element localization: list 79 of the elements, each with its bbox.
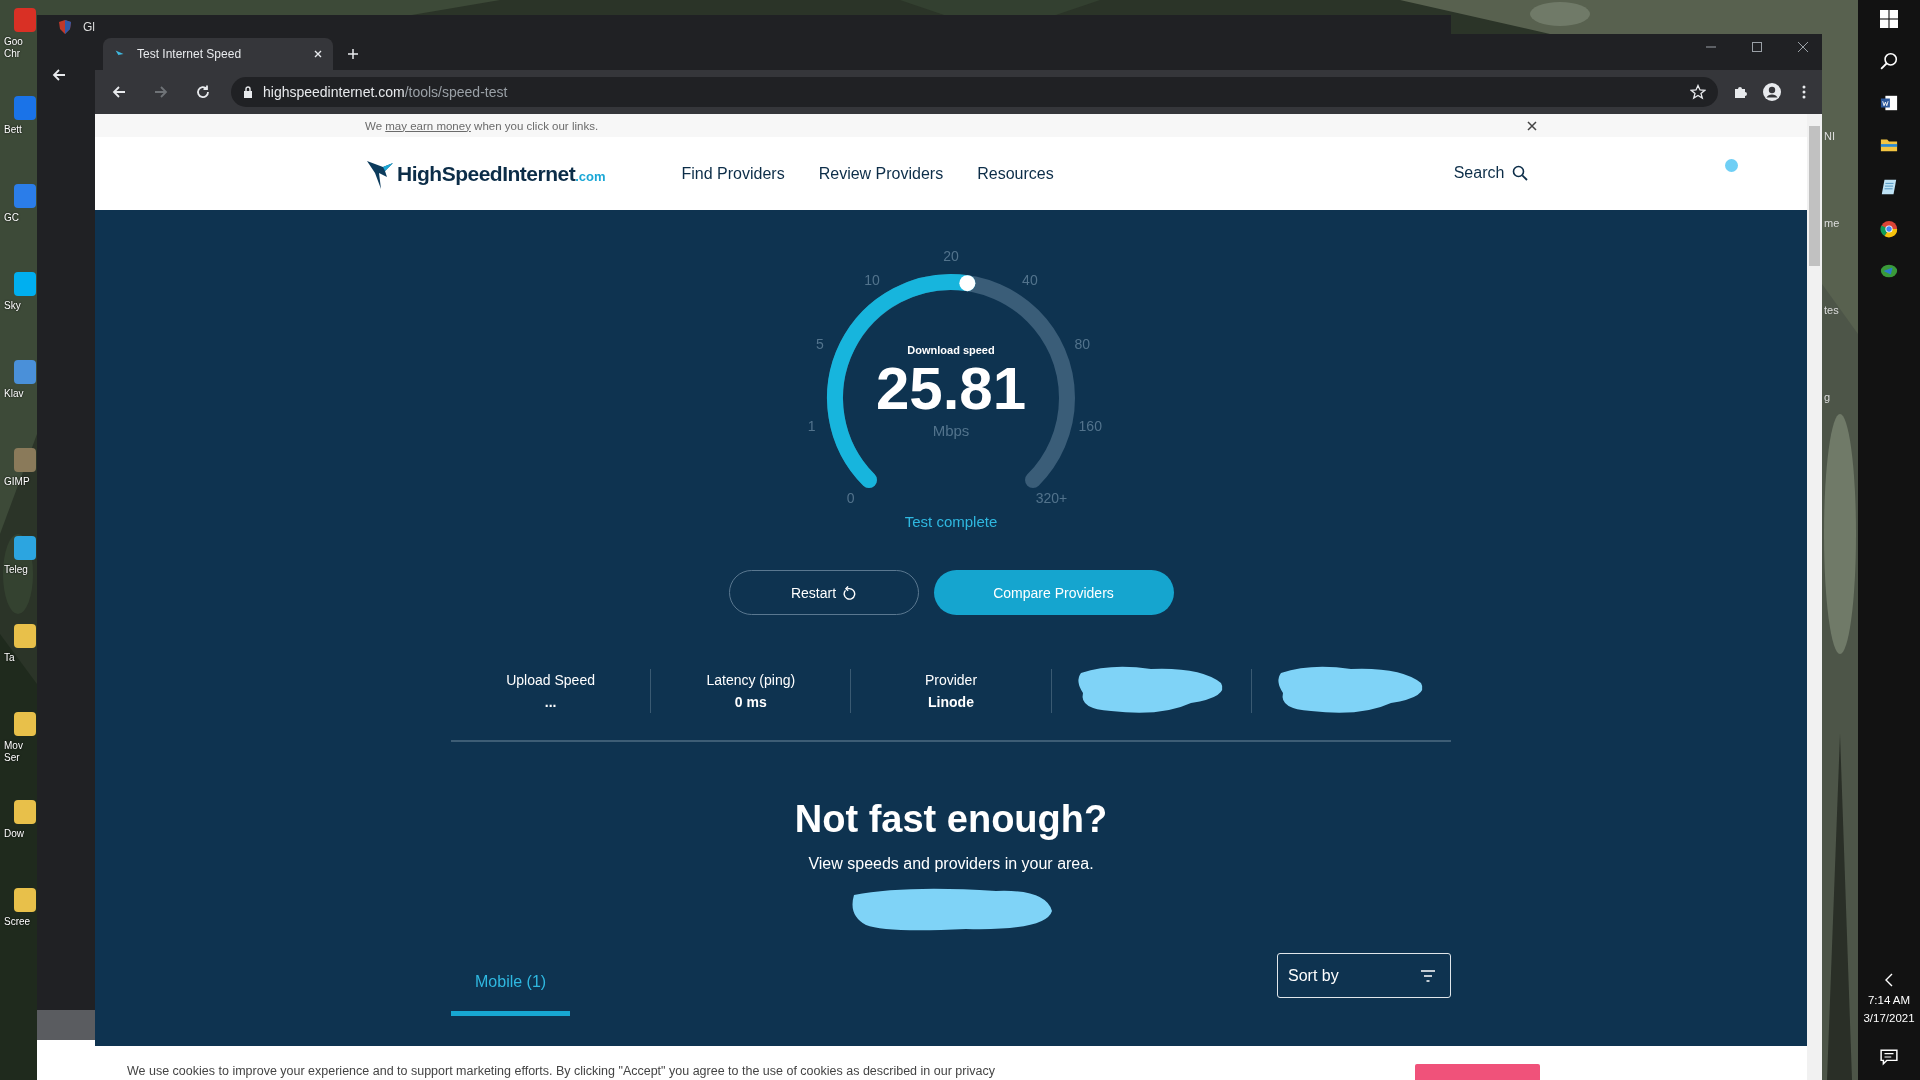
stat-value: 0 ms	[734, 694, 767, 710]
window-panel	[37, 1010, 97, 1040]
stat-value: Linode	[928, 694, 974, 710]
gauge-label: Download speed	[907, 344, 995, 356]
search-icon	[1512, 164, 1529, 181]
app-icon[interactable]	[14, 536, 36, 560]
desktop-icon-label[interactable]: Scree	[4, 916, 31, 928]
logo[interactable]: HighSpeedInternet.com	[365, 154, 606, 193]
app-icon[interactable]	[14, 272, 36, 296]
app-icon[interactable]	[14, 800, 36, 824]
sort-dropdown[interactable]: Sort by	[1277, 953, 1451, 998]
gauge-tick: 1	[807, 417, 816, 434]
link[interactable]: may earn money	[385, 119, 471, 132]
desktop-icon-label[interactable]: Sky	[4, 300, 21, 312]
nav-link[interactable]: Review Providers	[818, 164, 944, 183]
desktop-icon-label[interactable]: Teleg	[4, 564, 28, 576]
status-dot	[1725, 159, 1738, 172]
desktop-icon-label[interactable]: Ta	[4, 652, 15, 664]
gauge-tick: 40	[1022, 271, 1038, 288]
star-icon[interactable]	[1690, 84, 1706, 100]
speed-value: 25.81	[875, 356, 1027, 422]
speed-unit: Mbps	[932, 422, 970, 439]
desktop-icon-label[interactable]: Klav	[4, 388, 24, 400]
notification-icon[interactable]	[1880, 1048, 1898, 1066]
app-icon[interactable]	[14, 624, 36, 648]
notepad-icon[interactable]	[1880, 178, 1898, 196]
clock-time[interactable]: 7:14 AM	[1867, 994, 1911, 1006]
affiliate-notice: We may earn money when you click our links.	[365, 119, 599, 132]
download-icon[interactable]	[1880, 262, 1898, 280]
stat-label: Latency (ping)	[706, 672, 796, 688]
gauge-tick: 20	[943, 248, 959, 264]
desktop-icon-label[interactable]: GC	[4, 212, 19, 224]
chevron-icon[interactable]	[1884, 972, 1894, 988]
new-tab-icon[interactable]	[347, 48, 359, 60]
window-text: tes	[1824, 304, 1840, 316]
desktop-icon-label[interactable]: Goo Chr	[4, 36, 23, 60]
address-bar[interactable]: highspeedinternet.com/tools/speed-test	[231, 77, 1718, 107]
lock-icon	[243, 86, 253, 98]
gauge-tick: 80	[1074, 335, 1090, 352]
desktop-icon-label[interactable]: Dow	[4, 828, 24, 840]
desktop-icon-label[interactable]: GIMP	[4, 476, 30, 488]
results-tab[interactable]: Mobile (1)	[451, 973, 571, 1016]
search-button[interactable]: Search	[1453, 163, 1529, 182]
section-subtitle: View speeds and providers in your area.	[808, 855, 1094, 873]
stat-value: ...	[544, 694, 557, 710]
window-text: NI	[1824, 130, 1836, 142]
test-status: Test complete	[903, 513, 999, 530]
section-heading: Not fast enough?	[794, 798, 1108, 841]
filter-icon	[1420, 969, 1436, 982]
restart-icon	[842, 585, 857, 600]
windows-icon[interactable]	[1880, 10, 1898, 28]
cookie-text: We use cookies to improve your experience and to support marketing efforts. By clicking "Accept" you agree to the use of cookies as described in our privacy	[127, 1064, 995, 1080]
app-icon[interactable]	[14, 712, 36, 736]
profile-icon[interactable]	[1762, 82, 1782, 102]
desktop-icon-label[interactable]: Bett	[4, 124, 22, 136]
stat-label: Upload Speed	[506, 672, 595, 688]
nav-link[interactable]: Find Providers	[681, 164, 785, 183]
back-icon[interactable]	[51, 67, 67, 83]
scrollbar[interactable]	[1807, 114, 1822, 1080]
desktop-icon-label[interactable]: Mov Ser	[4, 740, 23, 764]
close-icon[interactable]	[1798, 42, 1808, 52]
nav-link[interactable]: Resources	[977, 164, 1054, 183]
gauge-tick: 320+	[1035, 490, 1068, 507]
app-icon[interactable]	[14, 888, 36, 912]
gauge-tick: 5	[815, 335, 824, 352]
search-icon[interactable]	[1880, 52, 1898, 70]
document-icon[interactable]	[1880, 94, 1898, 112]
gauge-tick: 0	[846, 490, 855, 507]
clock-date[interactable]: 3/17/2021	[1863, 1012, 1915, 1024]
puzzle-icon[interactable]	[1732, 84, 1748, 100]
browser-icon[interactable]	[1880, 220, 1898, 238]
gauge-tick: 10	[864, 271, 880, 288]
browser-tab[interactable]: Test Internet Speed	[103, 38, 333, 70]
window-text: g	[1824, 391, 1832, 403]
window-text: me	[1824, 217, 1840, 229]
gauge-tick: 160	[1078, 417, 1102, 434]
stat-label: Provider	[924, 672, 978, 688]
close-icon[interactable]	[1527, 120, 1537, 131]
maximize-icon[interactable]	[1752, 42, 1762, 52]
